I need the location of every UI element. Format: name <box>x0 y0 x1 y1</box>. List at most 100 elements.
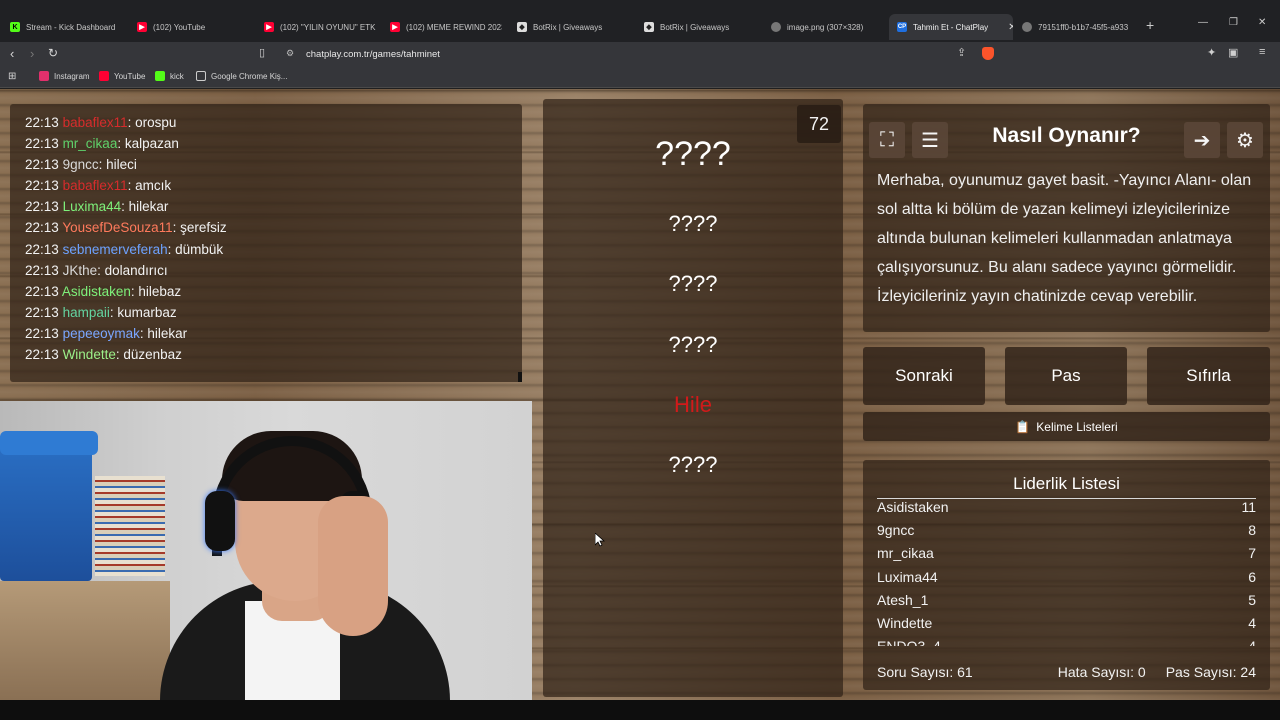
youtube-icon: ▶ <box>264 22 274 32</box>
reset-button[interactable]: Sıfırla <box>1147 347 1270 405</box>
word-lists-button[interactable]: 📋 Kelime Listeleri <box>863 412 1270 441</box>
chatplay-icon: CP <box>897 22 907 32</box>
share-icon[interactable]: ⇪ <box>957 46 966 59</box>
how-to-play-panel: ⛶ ☰ Nasıl Oynanır? ➔ ⚙ Merhaba, oyunumuz… <box>863 104 1270 332</box>
brave-shield-icon[interactable] <box>982 47 994 60</box>
chat-message: 22:13 hampaii: kumarbaz <box>25 304 177 320</box>
bookmark-label: Instagram <box>54 71 90 81</box>
leaderboard-row: mr_cikaa 7 <box>877 542 1256 565</box>
chat-username[interactable]: 9gncc <box>63 157 99 172</box>
leaderboard-panel: Liderlik Listesi Asidistaken 11 9gncc 8 mr_c… <box>863 460 1270 690</box>
leaderboard-score: 4 <box>1248 635 1256 646</box>
chat-username[interactable]: Windette <box>63 347 116 362</box>
tab-7-active[interactable]: CP Tahmin Et - ChatPlay ✕ <box>889 14 1013 40</box>
bookmark-label: Google Chrome Kiş... <box>211 71 288 81</box>
youtube-icon: ▶ <box>137 22 147 32</box>
streamer-hand <box>318 496 388 636</box>
chat-message: 22:13 sebnemerveferah: dümbük <box>25 241 224 257</box>
logout-icon[interactable]: ➔ <box>1184 122 1220 158</box>
timer: 72 <box>797 105 841 143</box>
tab-label: image.png (307×328) <box>787 22 864 32</box>
chat-text: hilekar <box>147 325 188 341</box>
globe-icon <box>771 22 781 32</box>
headset-earcup-left <box>205 491 235 551</box>
chat-time: 22:13 <box>25 157 59 173</box>
leaderboard-player: Atesh_1 <box>877 591 929 608</box>
chat-text: dolandırıcı <box>104 262 168 278</box>
chat-text: dümbük <box>175 241 224 257</box>
chat-time: 22:13 <box>25 136 59 152</box>
tab-4[interactable]: ◆ BotRix | Giveaways <box>517 14 629 40</box>
chat-username[interactable]: Asidistaken <box>62 284 131 299</box>
clipboard-icon: 📋 <box>1015 419 1031 434</box>
wallet-icon[interactable]: ▣ <box>1228 46 1238 59</box>
tab-8[interactable]: 79151ff0-b1b7-45f5-a933 <box>1022 14 1134 40</box>
bookmark-label: kick <box>170 71 184 81</box>
bookmark-youtube[interactable]: YouTube <box>99 71 145 81</box>
kick-icon: K <box>10 22 20 32</box>
leaderboard-row: 9gncc 8 <box>877 519 1256 542</box>
window-close-icon[interactable]: ✕ <box>1258 17 1266 28</box>
extensions-icon[interactable]: ✦ <box>1207 46 1216 59</box>
apps-icon[interactable]: ⊞ <box>8 71 16 82</box>
leaderboard-row: Atesh_1 5 <box>877 589 1256 612</box>
leaderboard-list[interactable]: Asidistaken 11 9gncc 8 mr_cikaa 7 Luxima44 6 Ate… <box>877 496 1256 646</box>
minimize-icon[interactable]: — <box>1198 17 1208 28</box>
botrix-icon: ◆ <box>644 22 654 32</box>
menu-icon[interactable]: ≡ <box>1259 46 1265 58</box>
tab-5[interactable]: ◆ BotRix | Giveaways <box>644 14 756 40</box>
tab-3[interactable]: ▶ (102) MEME REWIND 2023 <box>390 14 502 40</box>
chat-scrollbar[interactable] <box>518 372 522 382</box>
chat-text: hileci <box>106 157 137 173</box>
next-button[interactable]: Sonraki <box>863 347 985 405</box>
settings-gear-icon[interactable]: ⚙ <box>1227 122 1263 158</box>
forbidden-word-revealed: Hile <box>674 392 712 417</box>
back-icon[interactable]: ‹ <box>10 46 14 61</box>
question-count: Soru Sayısı: 61 <box>877 664 973 680</box>
tab-label: Tahmin Et - ChatPlay <box>913 22 989 32</box>
chat-username[interactable]: Luxima44 <box>63 199 122 214</box>
chat-username[interactable]: mr_cikaa <box>63 136 118 151</box>
close-icon[interactable]: ✕ <box>1008 22 1013 33</box>
leaderboard-score: 11 <box>1241 499 1256 515</box>
reload-icon[interactable]: ↻ <box>48 46 58 60</box>
chat-panel: 22:13 babaflex11: orospu 22:13 mr_cikaa: … <box>10 104 522 382</box>
chat-username[interactable]: hampaii <box>63 305 110 320</box>
error-count: Hata Sayısı: 0 <box>1057 664 1146 680</box>
tab-0[interactable]: K Stream - Kick Dashboard <box>10 14 130 40</box>
webcam-feed <box>0 401 532 700</box>
bookmark-instagram[interactable]: Instagram <box>39 71 90 81</box>
folder-icon <box>196 71 206 81</box>
youtube-icon: ▶ <box>390 22 400 32</box>
new-tab-icon[interactable]: + <box>1146 17 1154 33</box>
bookmark-icon[interactable]: ▯ <box>259 46 265 59</box>
bookmark-kick[interactable]: kick <box>155 71 184 81</box>
chat-text: orospu <box>135 115 177 130</box>
forbidden-word-1: ???? <box>668 211 718 236</box>
tab-2[interactable]: ▶ (102) "YILIN OYUNU" ETKİ <box>264 14 376 40</box>
chat-text: hilebaz <box>138 283 182 299</box>
bookmark-folder[interactable]: Google Chrome Kiş... <box>196 71 287 81</box>
chat-username[interactable]: babaflex11 <box>63 115 128 130</box>
forward-icon[interactable]: › <box>30 46 34 61</box>
game-words-panel: ???? ???? ???? ???? Hile ???? <box>543 99 843 697</box>
tab-1[interactable]: ▶ (102) YouTube <box>137 14 257 40</box>
chat-time: 22:13 <box>25 347 59 363</box>
chat-time: 22:13 <box>25 241 59 257</box>
chat-username[interactable]: JKthe <box>63 263 98 278</box>
chat-username[interactable]: sebnemerveferah <box>63 242 168 257</box>
tab-6[interactable]: image.png (307×328) <box>771 14 883 40</box>
chat-message: 22:13 babaflex11: orospu <box>25 115 177 130</box>
tab-label: (102) "YILIN OYUNU" ETKİ <box>280 22 376 32</box>
chat-username[interactable]: YousefDeSouza11 <box>62 220 172 235</box>
site-info-icon[interactable]: ⚙ <box>286 48 294 59</box>
chat-username[interactable]: pepeeoymak <box>63 326 140 341</box>
leaderboard-player: Asidistaken <box>877 499 949 515</box>
forbidden-word-5: ???? <box>668 452 718 477</box>
address-bar[interactable]: ⚙ chatplay.com.tr/games/tahminet <box>278 44 1000 64</box>
restore-icon[interactable]: ❐ <box>1229 17 1238 28</box>
chat-username[interactable]: babaflex11 <box>63 178 128 193</box>
kick-icon <box>155 71 165 81</box>
tab-label: BotRix | Giveaways <box>533 22 603 32</box>
pass-button[interactable]: Pas <box>1005 347 1127 405</box>
